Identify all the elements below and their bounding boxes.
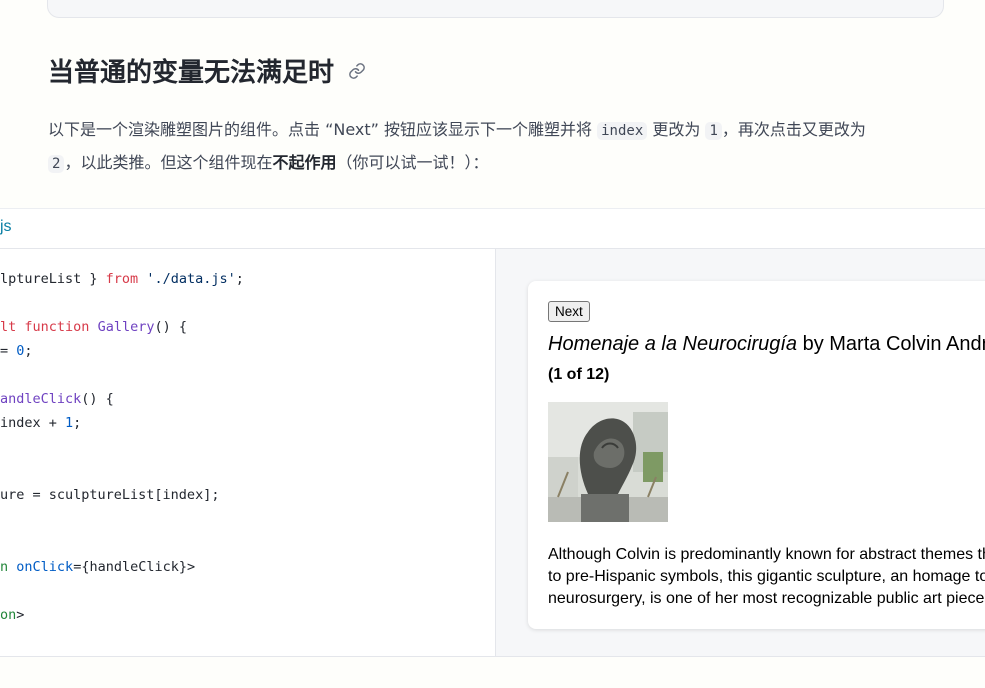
code-token: ={handleClick}>	[73, 559, 196, 575]
sculpture-image	[548, 402, 668, 522]
intro-paragraph: 以下是一个渲染雕塑图片的组件。点击 “Next” 按钮应该显示下一个雕塑并将 i…	[48, 114, 928, 180]
intro-text: ，再次点击又更改为	[721, 120, 866, 139]
code-token: andleClick	[0, 391, 82, 407]
code-token: ;	[24, 343, 33, 359]
code-sandbox: js lptureList } from './data.js'; lt fun…	[0, 208, 985, 657]
heading-text: 当普通的变量无法满足时	[48, 58, 335, 88]
code-token: ;	[235, 271, 244, 287]
intro-text: 更改为	[647, 120, 706, 139]
code-line: index + 1;	[0, 415, 81, 431]
code-token: onClick	[16, 559, 74, 575]
inline-code-index: index	[597, 122, 648, 140]
section-heading: 当普通的变量无法满足时	[48, 52, 366, 89]
code-token: 1	[65, 415, 74, 431]
code-token: () {	[154, 319, 187, 335]
code-token: on	[0, 607, 17, 623]
code-token: function	[24, 319, 90, 335]
code-token: from	[105, 271, 139, 287]
previous-content-card	[47, 0, 944, 18]
intro-text: ，以此类推。但这个组件现在	[64, 153, 273, 172]
code-token: =	[0, 343, 17, 359]
code-token: Gallery	[97, 319, 155, 335]
sculpture-artist: by Marta Colvin Andrade	[802, 333, 985, 355]
code-token: ure = sculptureList[index];	[0, 487, 220, 503]
sandbox-tab-bar: js	[0, 209, 985, 249]
code-line: andleClick() {	[0, 391, 114, 407]
code-token: index +	[0, 415, 66, 431]
intro-text: （你可以试一试！）：	[336, 153, 489, 172]
code-line: ure = sculptureList[index];	[0, 487, 219, 503]
inline-code-2: 2	[48, 155, 65, 173]
description-line: to pre-Hispanic symbols, this gigantic s…	[548, 568, 985, 585]
anchor-link-icon[interactable]	[348, 62, 366, 80]
next-button[interactable]: Next	[548, 301, 590, 322]
preview-card: Next Homenaje a la Neurocirugía by Marta…	[528, 281, 985, 629]
code-line: = 0;	[0, 343, 33, 359]
sculpture-description: Although Colvin is predominantly known f…	[548, 544, 985, 610]
code-token: lptureList }	[0, 271, 106, 287]
code-token: n	[0, 559, 9, 575]
code-line: on>	[0, 607, 24, 623]
inline-code-1: 1	[705, 122, 722, 140]
code-line: n onClick={handleClick}>	[0, 559, 195, 575]
code-token: ;	[73, 415, 82, 431]
intro-strong: 不起作用	[272, 153, 337, 172]
description-line: neurosurgery, is one of her most recogni…	[548, 590, 985, 607]
code-token: lt	[0, 319, 17, 335]
code-editor[interactable]: lptureList } from './data.js'; lt functi…	[0, 249, 496, 656]
code-token: () {	[81, 391, 114, 407]
code-line: lt function Gallery() {	[0, 319, 187, 335]
code-token: './data.js'	[146, 271, 236, 287]
tab-app-js[interactable]: js	[0, 218, 12, 236]
sculpture-name: Homenaje a la Neurocirugía	[548, 333, 798, 355]
code-token: >	[16, 607, 25, 623]
intro-text: 以下是一个渲染雕塑图片的组件。点击 “Next” 按钮应该显示下一个雕塑并将	[48, 120, 598, 139]
preview-pane: Next Homenaje a la Neurocirugía by Marta…	[496, 249, 985, 656]
sculpture-counter: (1 of 12)	[548, 366, 610, 383]
code-line: lptureList } from './data.js';	[0, 271, 244, 287]
sculpture-title: Homenaje a la Neurocirugía by Marta Colv…	[548, 333, 985, 356]
description-line: Although Colvin is predominantly known f…	[548, 546, 985, 563]
